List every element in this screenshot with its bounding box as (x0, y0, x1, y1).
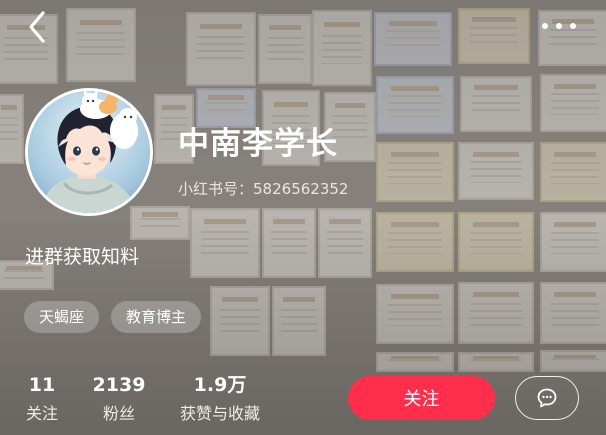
avatar[interactable] (25, 88, 153, 216)
user-id: 小红书号：5826562352 (178, 178, 348, 199)
profile-nickname: 中南李学长 (178, 126, 338, 162)
background-dim-overlay (0, 0, 606, 435)
profile-tags: 天蝎座 教育博主 (24, 301, 202, 333)
user-id-label: 小红书号： (178, 180, 254, 198)
follow-button[interactable]: 关注 (348, 376, 495, 420)
back-button[interactable] (22, 10, 56, 44)
message-button[interactable] (515, 376, 579, 420)
stat-fans-value: 2139 (92, 374, 146, 396)
stat-fans[interactable]: 2139 粉丝 (88, 372, 150, 428)
user-id-value[interactable]: 5826562352 (253, 180, 348, 198)
stat-fans-label: 粉丝 (102, 404, 135, 423)
chevron-left-icon (29, 11, 45, 43)
stat-likes-label: 获赞与收藏 (179, 404, 260, 423)
tag-zodiac: 天蝎座 (24, 301, 100, 333)
tag-category: 教育博主 (111, 301, 202, 333)
more-options-button[interactable] (540, 14, 580, 38)
stat-following[interactable]: 11 关注 (22, 372, 62, 428)
stat-following-label: 关注 (25, 404, 58, 423)
stat-following-value: 11 (28, 374, 56, 396)
chat-bubble-icon (537, 388, 557, 408)
stat-likes[interactable]: 1.9万 获赞与收藏 (174, 372, 266, 428)
more-dots-icon (542, 23, 576, 29)
profile-stats: 11 关注 2139 粉丝 1.9万 获赞与收藏 (22, 372, 266, 428)
profile-header: 中南李学长 小红书号：5826562352 进群获取知料 天蝎座 教育博主 11… (0, 0, 606, 435)
profile-bio: 进群获取知料 (25, 246, 140, 268)
avatar-illustration (28, 91, 150, 213)
stat-likes-value: 1.9万 (193, 374, 247, 396)
